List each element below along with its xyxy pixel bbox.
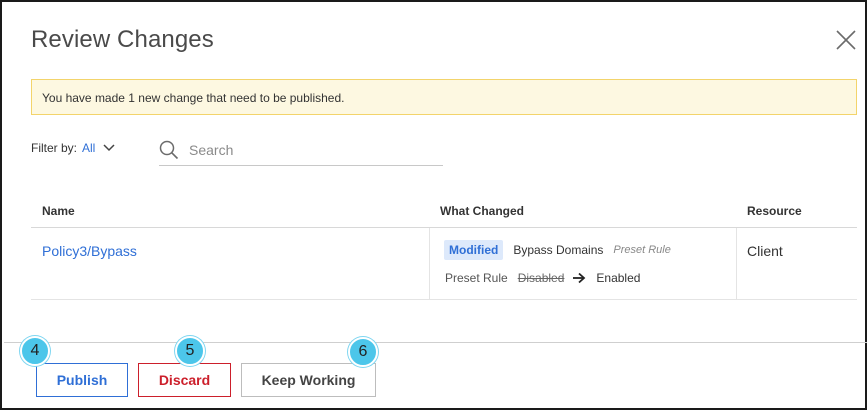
policy-name-link[interactable]: Policy3/Bypass <box>42 243 137 259</box>
resource-cell: Client <box>747 243 783 259</box>
search-icon <box>159 140 179 159</box>
status-badge: Modified <box>444 240 504 260</box>
banner-message: You have made 1 new change that need to … <box>42 91 345 105</box>
keep-working-button[interactable]: Keep Working <box>241 363 376 397</box>
column-divider <box>736 228 737 300</box>
filter-label: Filter by: <box>31 141 78 155</box>
change-summary: Modified Bypass Domains Preset Rule <box>444 240 671 260</box>
new-value: Enabled <box>596 271 641 285</box>
header-what-changed: What Changed <box>440 204 524 218</box>
changed-field: Bypass Domains <box>513 243 604 257</box>
review-changes-dialog: Review Changes You have made 1 new chang… <box>0 0 867 410</box>
filter-control: Filter by: All <box>31 141 115 155</box>
discard-button[interactable]: Discard <box>138 363 231 397</box>
arrow-right-icon <box>573 272 586 284</box>
footer-divider <box>4 342 867 343</box>
step-marker-6: 6 <box>348 337 378 367</box>
pending-changes-banner: You have made 1 new change that need to … <box>31 79 857 115</box>
detail-label: Preset Rule <box>445 271 508 285</box>
change-detail: Preset Rule Disabled Enabled <box>445 271 640 285</box>
changed-field-type: Preset Rule <box>613 244 671 256</box>
chevron-down-icon <box>103 144 115 152</box>
publish-button[interactable]: Publish <box>36 363 128 397</box>
header-resource: Resource <box>747 204 802 218</box>
table-row: Policy3/Bypass Modified Bypass Domains P… <box>31 228 857 300</box>
step-marker-4: 4 <box>20 336 50 366</box>
filter-dropdown[interactable]: All <box>82 141 115 155</box>
header-name: Name <box>42 204 75 218</box>
dialog-title: Review Changes <box>31 26 214 53</box>
old-value: Disabled <box>517 271 565 285</box>
table-header: Name What Changed Resource <box>31 194 857 228</box>
column-divider <box>429 228 430 300</box>
search-input[interactable] <box>189 141 429 158</box>
step-marker-5: 5 <box>175 336 205 366</box>
search-box <box>159 134 443 166</box>
close-icon[interactable] <box>834 28 858 52</box>
filter-value: All <box>82 141 96 155</box>
changes-table: Name What Changed Resource Policy3/Bypas… <box>31 194 857 300</box>
